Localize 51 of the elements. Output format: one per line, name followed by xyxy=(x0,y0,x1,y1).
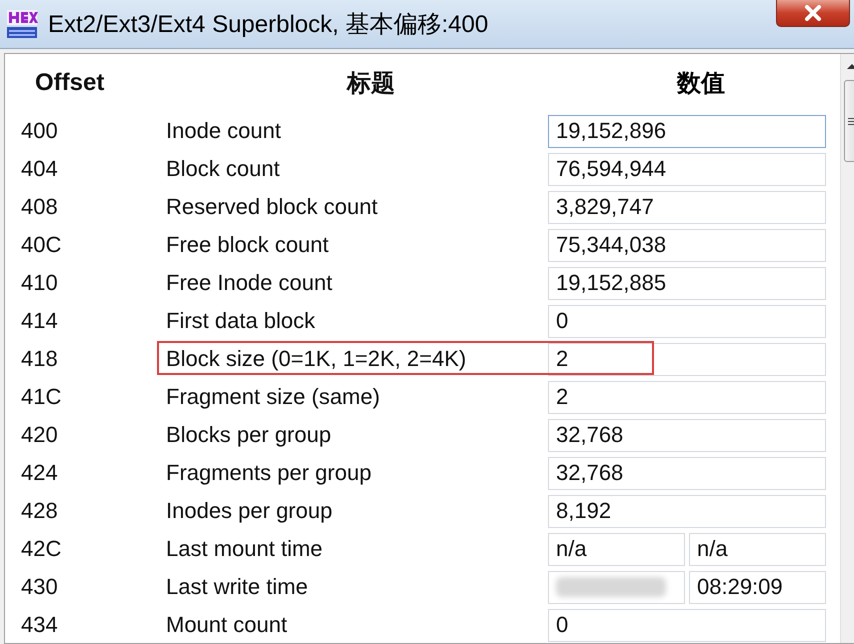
offset-label: 424 xyxy=(21,460,59,486)
value-field[interactable]: 32,768 xyxy=(548,418,826,452)
field-label: Free block count xyxy=(166,232,330,258)
offset-label: 404 xyxy=(21,156,59,182)
offset-label: 414 xyxy=(21,308,59,334)
field-label: Last write time xyxy=(166,574,309,600)
offset-label: 40C xyxy=(21,232,62,258)
value-field[interactable] xyxy=(548,570,685,604)
value-field[interactable]: 19,152,896 xyxy=(548,114,826,148)
close-icon xyxy=(804,5,822,21)
field-label: Free Inode count xyxy=(166,270,334,296)
field-label: Reserved block count xyxy=(166,194,379,220)
field-label: Block size (0=1K, 1=2K, 2=4K) xyxy=(166,346,468,372)
offset-label: 410 xyxy=(21,270,59,296)
offset-label: 408 xyxy=(21,194,59,220)
app-logo-icon xyxy=(6,8,38,40)
field-label: Mount count xyxy=(166,612,288,638)
column-header: 数值 xyxy=(676,69,726,99)
offset-label: 430 xyxy=(21,574,59,600)
offset-label: 420 xyxy=(21,422,59,448)
offset-label: 41C xyxy=(21,384,62,410)
value-field[interactable]: 8,192 xyxy=(548,494,826,528)
offset-label: 434 xyxy=(21,612,59,638)
field-label: First data block xyxy=(166,308,316,334)
field-label: Inode count xyxy=(166,118,282,144)
offset-label: 400 xyxy=(21,118,59,144)
value-field[interactable]: 3,829,747 xyxy=(548,190,826,224)
column-header: Offset xyxy=(34,69,106,97)
window-title: Ext2/Ext3/Ext4 Superblock, 基本偏移:400 xyxy=(48,10,488,40)
value-field[interactable]: 0 xyxy=(548,608,826,642)
value-field[interactable]: 32,768 xyxy=(548,456,826,490)
field-label: Block count xyxy=(166,156,281,182)
value-field[interactable]: 0 xyxy=(548,304,826,338)
field-label: Last mount time xyxy=(166,536,324,562)
value-field[interactable]: 76,594,944 xyxy=(548,152,826,186)
value-field[interactable]: n/a xyxy=(689,532,826,566)
field-label: Blocks per group xyxy=(166,422,332,448)
value-field[interactable]: 2 xyxy=(548,342,826,376)
close-button[interactable] xyxy=(776,0,850,27)
value-field[interactable]: n/a xyxy=(548,532,685,566)
offset-label: 428 xyxy=(21,498,59,524)
value-field[interactable]: 19,152,885 xyxy=(548,266,826,300)
field-label: Fragments per group xyxy=(166,460,372,486)
value-field[interactable]: 75,344,038 xyxy=(548,228,826,262)
field-label: Fragment size (same) xyxy=(166,384,381,410)
value-field[interactable]: 2 xyxy=(548,380,826,414)
value-field[interactable]: 08:29:09 xyxy=(689,570,826,604)
field-label: Inodes per group xyxy=(166,498,334,524)
offset-label: 42C xyxy=(21,536,62,562)
column-header: 标题 xyxy=(345,69,396,99)
offset-label: 418 xyxy=(21,346,59,372)
